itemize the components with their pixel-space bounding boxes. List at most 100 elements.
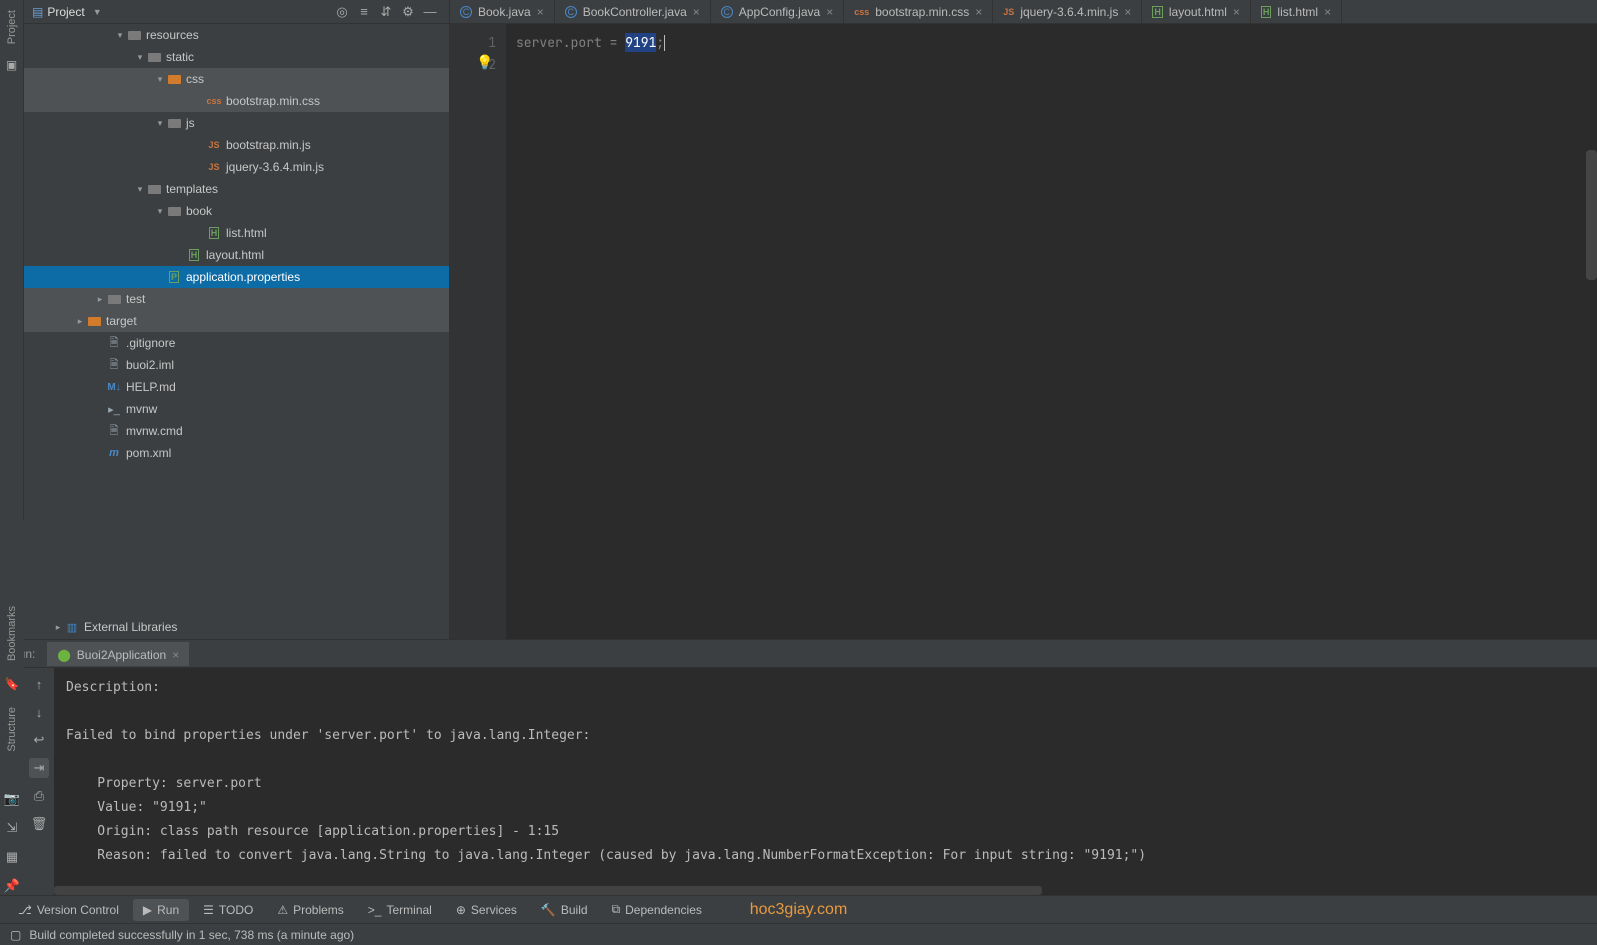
tree-item[interactable]: m pom.xml <box>24 442 449 464</box>
tree-item-label: list.html <box>226 226 267 240</box>
gear-icon[interactable]: ⚙ <box>397 1 419 23</box>
warn-icon: ⚠ <box>277 903 288 917</box>
bottom-tab-services[interactable]: ⊕Services <box>446 899 527 921</box>
editor-tabs-bar: CBook.java×CBookController.java×CAppConf… <box>450 0 1597 24</box>
chevron-icon[interactable]: ▸ <box>74 316 86 327</box>
close-icon[interactable]: × <box>1124 5 1131 19</box>
close-icon[interactable]: × <box>693 5 700 19</box>
tree-item[interactable]: JSbootstrap.min.js <box>24 134 449 156</box>
editor-tab[interactable]: Hlayout.html× <box>1142 0 1251 23</box>
tree-item[interactable]: Hlist.html <box>24 222 449 244</box>
chevron-icon[interactable]: ▾ <box>134 184 146 195</box>
down-icon[interactable]: ↓ <box>29 702 49 722</box>
collapse-icon[interactable]: ⇵ <box>375 1 397 23</box>
expand-icon[interactable]: ≡ <box>353 1 375 23</box>
tree-item-label: pom.xml <box>126 446 171 460</box>
export-icon[interactable]: ⇲ <box>2 818 22 837</box>
run-config-tab[interactable]: ⬤ Buoi2Application × <box>47 642 189 666</box>
bottom-tab-label: TODO <box>219 903 253 917</box>
bottom-tab-version-control[interactable]: ⎇Version Control <box>8 899 129 921</box>
close-icon[interactable]: × <box>975 5 982 19</box>
tree-item[interactable]: ▾static <box>24 46 449 68</box>
wrap-icon[interactable]: ↩ <box>29 730 49 750</box>
layout-icon[interactable]: ▦ <box>2 847 22 866</box>
tree-item-label: resources <box>146 28 199 42</box>
tree-item[interactable]: Papplication.properties <box>24 266 449 288</box>
editor-tab[interactable]: CBookController.java× <box>555 0 711 23</box>
tree-item[interactable]: 🗎mvnw.cmd <box>24 420 449 442</box>
up-icon[interactable]: ↑ <box>29 674 49 694</box>
chevron-icon[interactable]: ▾ <box>134 52 146 63</box>
tree-item[interactable]: ▾css <box>24 68 449 90</box>
console-output[interactable]: Description: Failed to bind properties u… <box>54 668 1597 895</box>
code-area[interactable]: 1 2 💡 server.port = 9191; <box>450 24 1597 639</box>
tree-item[interactable]: 🗎.gitignore <box>24 332 449 354</box>
console-horizontal-scrollbar[interactable] <box>54 886 1042 895</box>
html-file-icon: H <box>186 247 202 263</box>
close-icon[interactable]: × <box>172 648 179 662</box>
external-libraries[interactable]: ▸ ▥ External Libraries <box>24 615 449 639</box>
txt-file-icon: 🗎 <box>106 335 122 351</box>
bottom-tab-run[interactable]: ▶Run <box>133 899 189 921</box>
bottom-tab-terminal[interactable]: >_Terminal <box>358 899 442 921</box>
tree-item[interactable]: ▸test <box>24 288 449 310</box>
bottom-tab-label: Dependencies <box>625 903 702 917</box>
folder-gray-icon <box>146 181 162 197</box>
tree-item[interactable]: ▸target <box>24 310 449 332</box>
bottom-tab-todo[interactable]: ☰TODO <box>193 899 263 921</box>
bottom-tab-build[interactable]: 🔨Build <box>531 899 598 921</box>
tree-item[interactable]: ▾js <box>24 112 449 134</box>
play-icon: ▶ <box>143 903 152 917</box>
folder-gray-icon <box>146 49 162 65</box>
tree-item[interactable]: cssbootstrap.min.css <box>24 90 449 112</box>
scroll-end-icon[interactable]: ⇥ <box>29 758 49 778</box>
tree-item[interactable]: JSjquery-3.6.4.min.js <box>24 156 449 178</box>
tree-item[interactable]: ▾templates <box>24 178 449 200</box>
chevron-icon[interactable]: ▾ <box>154 206 166 217</box>
tree-item[interactable]: 🗎buoi2.iml <box>24 354 449 376</box>
close-icon[interactable]: × <box>826 5 833 19</box>
editor-tab[interactable]: Hlist.html× <box>1251 0 1342 23</box>
project-tool-button[interactable]: Project <box>6 6 18 48</box>
editor-tab[interactable]: JSjquery-3.6.4.min.js× <box>993 0 1142 23</box>
tree-item[interactable]: ▾book <box>24 200 449 222</box>
structure-tool-button[interactable]: Structure <box>6 701 18 758</box>
project-panel-header: ▤ Project ▼ ◎ ≡ ⇵ ⚙ — <box>24 0 449 24</box>
pin-icon[interactable]: 📌 <box>2 876 22 895</box>
chevron-icon[interactable]: ▾ <box>154 118 166 129</box>
build-icon: 🔨 <box>541 903 556 917</box>
code-line-1[interactable]: server.port = 9191; <box>516 32 1597 54</box>
chevron-icon[interactable]: ▾ <box>114 30 126 41</box>
tree-item-label: mvnw <box>126 402 157 416</box>
chevron-down-icon[interactable]: ▼ <box>93 7 102 17</box>
editor-tab[interactable]: CBook.java× <box>450 0 555 23</box>
chevron-icon[interactable]: ▸ <box>94 294 106 305</box>
tree-item[interactable]: ▾ resources <box>24 24 449 46</box>
chevron-icon[interactable]: ▾ <box>154 74 166 85</box>
code-body[interactable]: 💡 server.port = 9191; <box>506 24 1597 639</box>
project-title[interactable]: Project <box>47 5 84 19</box>
m-file-icon: m <box>106 445 122 461</box>
close-icon[interactable]: × <box>537 5 544 19</box>
tab-label: list.html <box>1277 5 1318 19</box>
close-icon[interactable]: × <box>1233 5 1240 19</box>
camera-icon[interactable]: 📷 <box>2 790 22 809</box>
minimize-icon[interactable]: — <box>419 1 441 23</box>
folder-gray-icon <box>166 115 182 131</box>
close-icon[interactable]: × <box>1324 5 1331 19</box>
tree-item[interactable]: Hlayout.html <box>24 244 449 266</box>
print-icon[interactable]: ⎙ <box>29 786 49 806</box>
editor-tab[interactable]: CAppConfig.java× <box>711 0 844 23</box>
tree-item[interactable]: M↓HELP.md <box>24 376 449 398</box>
bottom-tab-dependencies[interactable]: ⧉Dependencies <box>602 898 712 921</box>
tree-item[interactable]: ▸_mvnw <box>24 398 449 420</box>
bookmarks-tool-button[interactable]: Bookmarks <box>6 600 18 667</box>
trash-icon[interactable]: 🗑 <box>29 814 49 834</box>
project-folder-icon: ▣ <box>6 58 17 72</box>
target-icon[interactable]: ◎ <box>331 1 353 23</box>
run-panel-header: Run: ⬤ Buoi2Application × <box>0 640 1597 668</box>
intention-bulb-icon[interactable]: 💡 <box>476 54 493 72</box>
bottom-tab-problems[interactable]: ⚠Problems <box>267 899 353 921</box>
editor-tab[interactable]: cssbootstrap.min.css× <box>844 0 993 23</box>
project-tree[interactable]: ▾resources▾static▾csscssbootstrap.min.cs… <box>24 24 449 615</box>
